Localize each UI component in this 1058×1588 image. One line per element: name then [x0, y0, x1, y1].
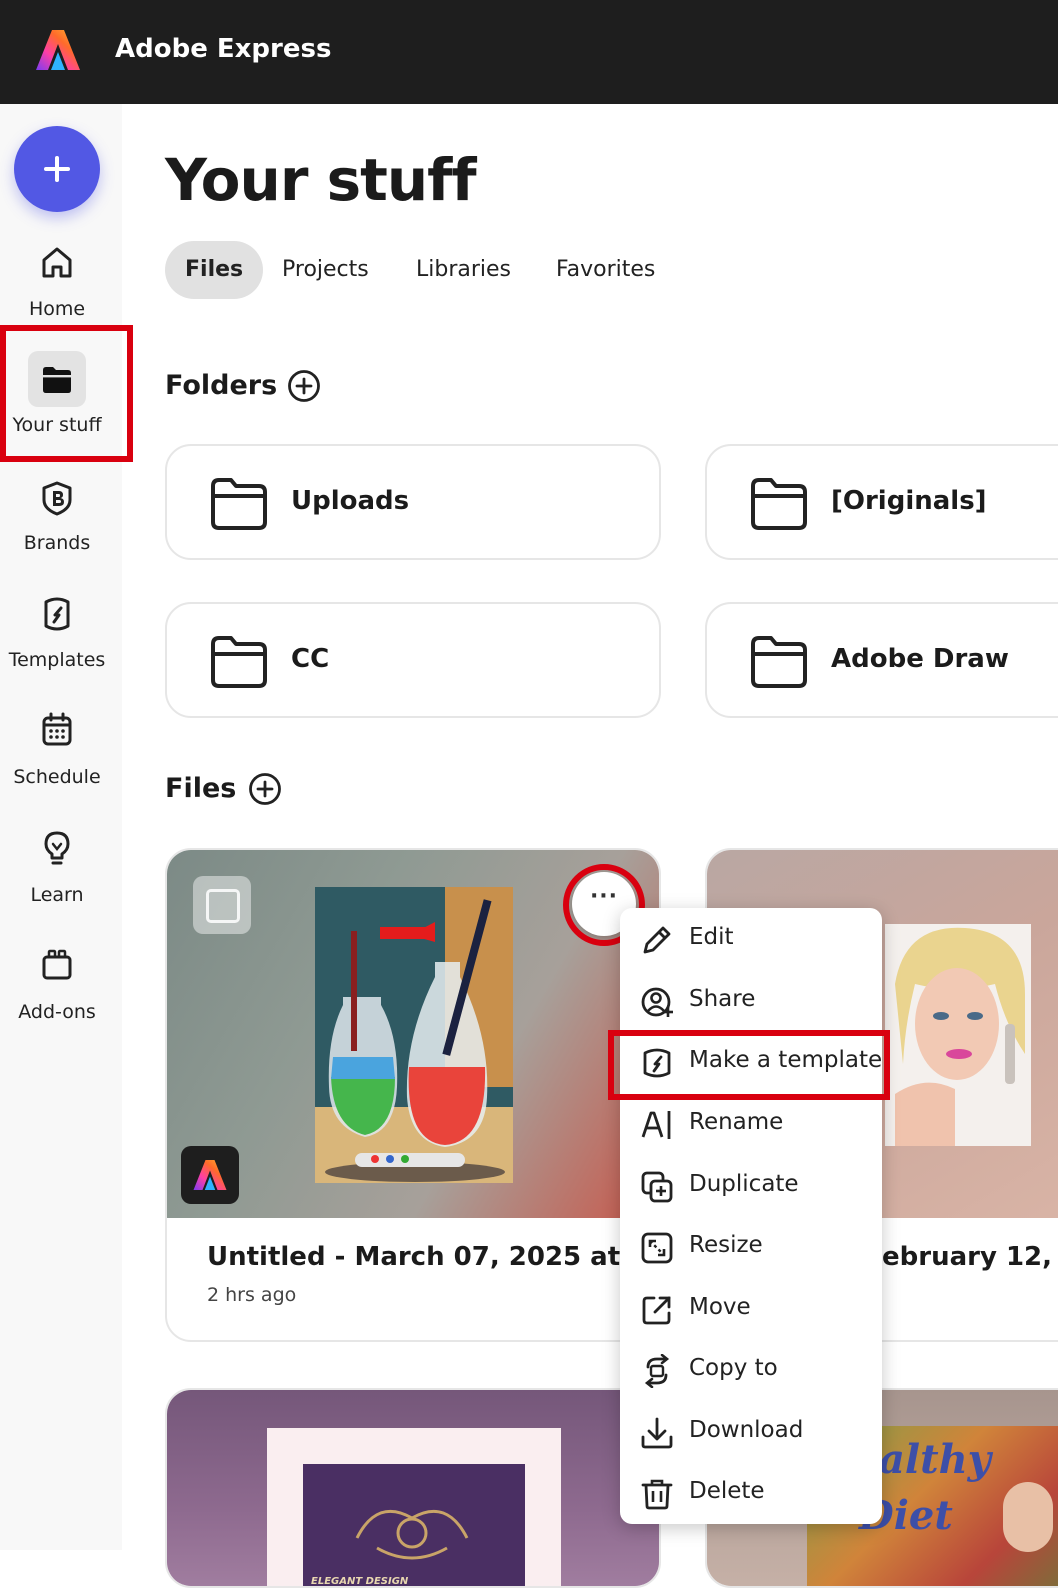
duplicate-icon: [641, 1171, 673, 1203]
sidebar-item-label: Brands: [23, 532, 91, 554]
file-name: Untitled - March 07, 2025 at 16.0…: [207, 1242, 659, 1272]
sidebar-item-schedule[interactable]: Schedule: [0, 710, 114, 800]
menu-item-label: Copy to: [689, 1355, 778, 1381]
thumbnail-caption: ELEGANT DESIGN: [311, 1576, 409, 1587]
rename-icon: [641, 1111, 671, 1139]
sidebar-item-label: Home: [28, 298, 86, 320]
menu-item-download[interactable]: Download: [620, 1402, 882, 1462]
folder-card-adobe-draw[interactable]: Adobe Draw: [705, 602, 1058, 718]
folder-icon: [751, 478, 807, 530]
create-new-button[interactable]: [14, 126, 100, 212]
add-file-icon[interactable]: [248, 772, 282, 806]
folder-icon: [211, 478, 267, 530]
top-bar: Adobe Express: [0, 0, 1058, 104]
context-menu: Edit Share Make a template Rename Duplic…: [620, 908, 882, 1524]
plus-icon: [44, 156, 70, 182]
app-title: Adobe Express: [115, 34, 332, 64]
templates-icon: [44, 597, 70, 631]
menu-item-resize[interactable]: Resize: [620, 1217, 882, 1277]
menu-item-label: Duplicate: [689, 1171, 799, 1197]
tab-projects[interactable]: Projects: [282, 241, 369, 299]
folder-card-cc[interactable]: CC: [165, 602, 661, 718]
elegant-design-image: ELEGANT DESIGN: [267, 1428, 561, 1587]
sidebar-item-brands[interactable]: Brands: [0, 476, 114, 566]
sidebar-item-label: Learn: [30, 884, 84, 906]
folder-name: Uploads: [291, 486, 410, 516]
download-icon: [641, 1417, 673, 1449]
adobe-express-logo[interactable]: [34, 26, 82, 74]
move-icon: [642, 1296, 671, 1325]
pencil-icon: [643, 926, 671, 954]
menu-item-edit[interactable]: Edit: [620, 909, 882, 969]
home-icon: [42, 247, 72, 278]
files-heading: Files: [165, 773, 237, 804]
select-checkbox[interactable]: [193, 876, 251, 934]
sidebar-item-add-ons[interactable]: Add-ons: [0, 946, 114, 1036]
file-thumbnail[interactable]: ELEGANT DESIGN: [167, 1390, 659, 1587]
copy-to-icon: [644, 1354, 670, 1388]
folder-name: Adobe Draw: [831, 644, 1009, 674]
menu-item-delete[interactable]: Delete: [620, 1463, 882, 1523]
add-folder-icon[interactable]: [287, 369, 321, 403]
highlight-your-stuff: [0, 325, 133, 462]
adobe-express-badge: [181, 1146, 239, 1204]
menu-item-label: Rename: [689, 1109, 784, 1135]
folder-card-originals[interactable]: [Originals]: [705, 444, 1058, 560]
sidebar-item-label: Templates: [8, 649, 106, 671]
folder-icon: [211, 636, 267, 688]
menu-item-label: Delete: [689, 1478, 765, 1504]
portrait-image: [885, 924, 1031, 1146]
sidebar-item-home[interactable]: Home: [0, 238, 114, 328]
trash-icon: [641, 1479, 673, 1510]
menu-item-share[interactable]: Share: [620, 971, 882, 1031]
bottles-artwork-image: [315, 887, 513, 1183]
menu-item-label: Download: [689, 1417, 804, 1443]
menu-item-rename[interactable]: Rename: [620, 1094, 882, 1154]
file-card[interactable]: ELEGANT DESIGN: [165, 1388, 661, 1588]
tab-favorites[interactable]: Favorites: [556, 241, 655, 299]
lightbulb-icon: [44, 831, 70, 865]
menu-item-copy-to[interactable]: Copy to: [620, 1340, 882, 1400]
adobe-express-logo: [193, 1160, 227, 1190]
menu-item-move[interactable]: Move: [620, 1279, 882, 1339]
tab-files[interactable]: Files: [165, 241, 264, 299]
folder-name: [Originals]: [831, 486, 987, 516]
folder-card-uploads[interactable]: Uploads: [165, 444, 661, 560]
menu-item-label: Move: [689, 1294, 751, 1320]
folder-name: CC: [291, 644, 330, 674]
folder-icon: [751, 636, 807, 688]
tab-libraries[interactable]: Libraries: [416, 241, 511, 299]
menu-item-label: Share: [689, 986, 756, 1012]
calendar-icon: [42, 712, 72, 746]
sidebar-item-templates[interactable]: Templates: [0, 594, 114, 684]
highlight-make-a-template: [608, 1030, 890, 1100]
folders-heading: Folders: [165, 370, 278, 401]
resize-icon: [641, 1232, 673, 1264]
sidebar-item-label: Add-ons: [18, 1001, 96, 1023]
add-ons-icon: [42, 949, 72, 980]
menu-item-label: Resize: [689, 1232, 763, 1258]
sidebar-item-label: Schedule: [13, 766, 101, 788]
menu-item-label: Edit: [689, 924, 734, 950]
sidebar-item-learn[interactable]: Learn: [0, 828, 114, 918]
thumbnail-caption: althy: [879, 1436, 991, 1483]
page-title: Your stuff: [165, 146, 477, 214]
menu-item-duplicate[interactable]: Duplicate: [620, 1156, 882, 1216]
file-timestamp: 2 hrs ago: [207, 1284, 297, 1306]
file-name: ebruary 12, 202: [882, 1242, 1058, 1272]
ornament-image: [355, 1509, 469, 1560]
brand-shield-icon: [42, 481, 72, 516]
share-user-icon: [641, 987, 673, 1017]
